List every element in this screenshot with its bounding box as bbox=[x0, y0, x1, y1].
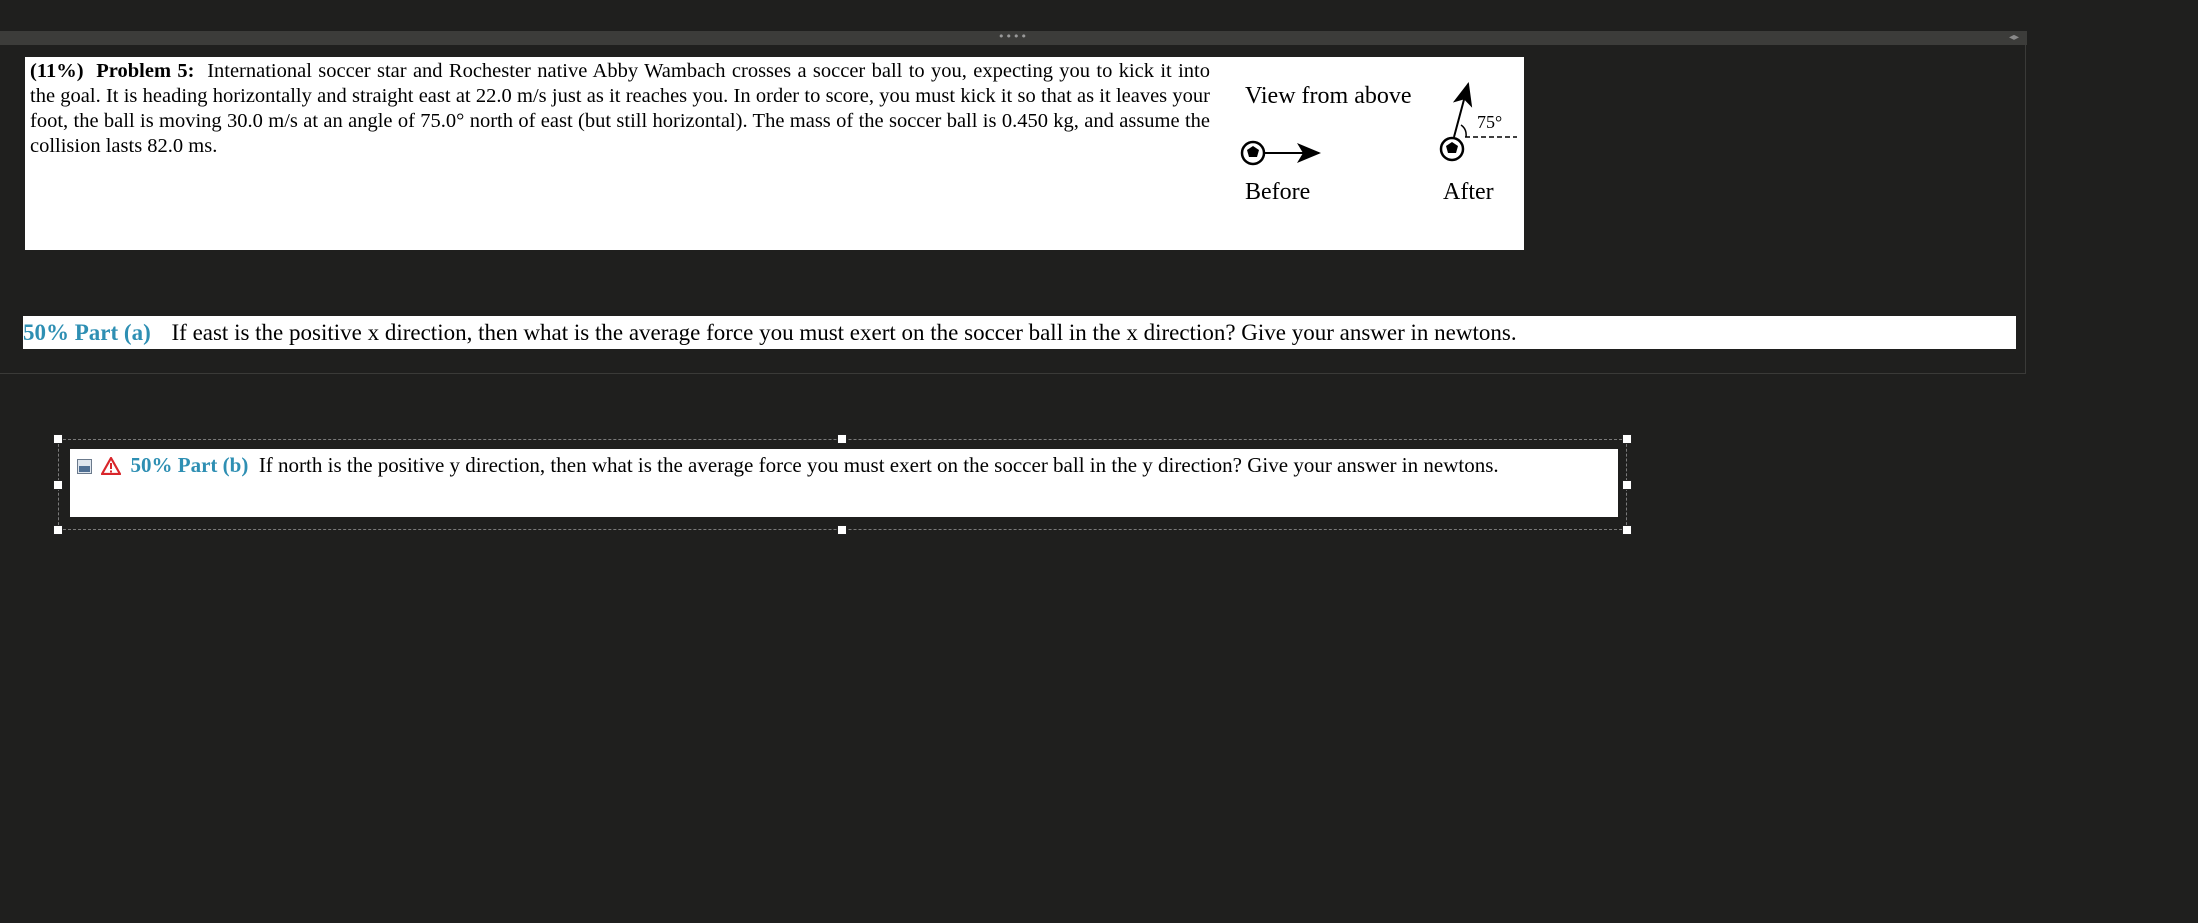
angle-arc bbox=[1460, 124, 1467, 138]
problem-text: (11%) Problem 5: International soccer st… bbox=[30, 59, 1210, 159]
part-b-question[interactable]: 50% Part (b) If north is the positive y … bbox=[70, 449, 1618, 517]
soccer-ball-diagram: View from above Before 75° After bbox=[1240, 81, 1517, 205]
problem-weight: (11%) bbox=[30, 60, 84, 82]
warning-icon bbox=[101, 457, 122, 475]
drag-handle-icon[interactable]: •••• bbox=[998, 31, 1028, 45]
velocity-after-arrow bbox=[1452, 81, 1473, 138]
after-label: After bbox=[1443, 179, 1494, 205]
part-b-text: If north is the positive y direction, th… bbox=[258, 453, 1499, 477]
resize-handle-middle-right[interactable] bbox=[1622, 480, 1632, 490]
problem-label: Problem 5: bbox=[96, 60, 195, 82]
resize-handle-top-left[interactable] bbox=[53, 434, 63, 444]
resize-handle-bottom-right[interactable] bbox=[1622, 525, 1632, 535]
resize-handle-bottom-left[interactable] bbox=[53, 525, 63, 535]
part-b-percent: 50% Part (b) bbox=[130, 453, 249, 477]
angle-label: 75° bbox=[1477, 112, 1502, 132]
collapse-toggle-icon[interactable]: ◂▸ bbox=[2003, 31, 2025, 45]
resize-handle-middle-left[interactable] bbox=[53, 480, 63, 490]
part-a-question[interactable]: 50% Part (a) If east is the positive x d… bbox=[23, 316, 2016, 349]
resize-handle-top-right[interactable] bbox=[1622, 434, 1632, 444]
ball-before-icon bbox=[1240, 140, 1266, 166]
diagram-title: View from above bbox=[1245, 83, 1412, 109]
part-a-percent: 50% Part (a) bbox=[23, 320, 151, 345]
image-placeholder-icon bbox=[77, 459, 92, 474]
ball-after-icon bbox=[1439, 136, 1465, 162]
resize-handle-bottom-center[interactable] bbox=[837, 525, 847, 535]
problem-statement: (11%) Problem 5: International soccer st… bbox=[25, 57, 1524, 250]
before-label: Before bbox=[1245, 179, 1310, 205]
part-a-text: If east is the positive x direction, the… bbox=[171, 320, 1517, 345]
problem-body: International soccer star and Rochester … bbox=[30, 60, 1210, 157]
resize-handle-top-center[interactable] bbox=[837, 434, 847, 444]
